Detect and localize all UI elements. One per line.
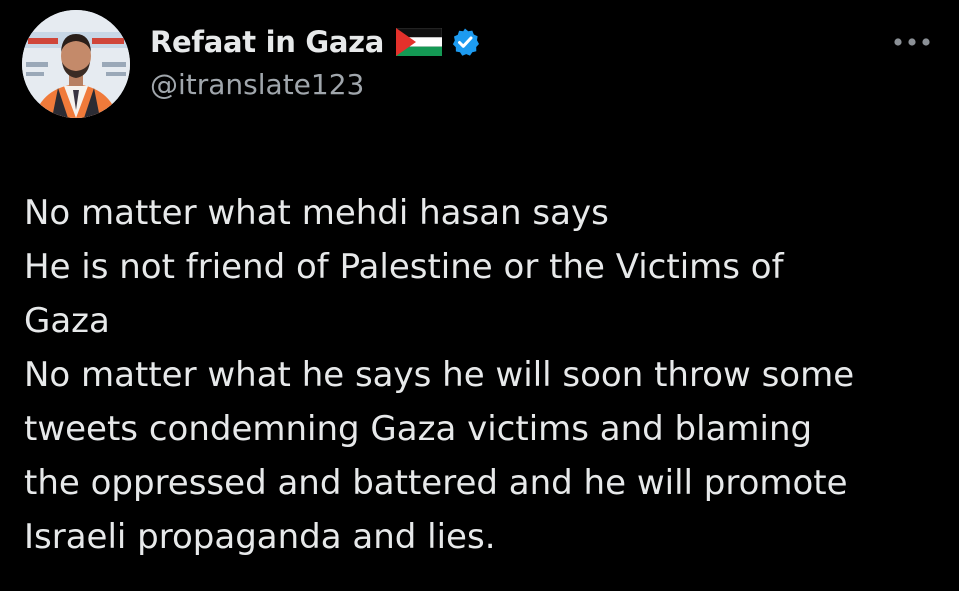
tweet-text: No matter what mehdi hasan says He is no… — [24, 186, 934, 564]
tweet-card: Refaat in Gaza @itranslate123 No matter … — [0, 0, 959, 591]
avatar-photo — [22, 10, 130, 118]
more-options-icon[interactable] — [890, 34, 934, 48]
tweet-text-line: He is not friend of Palestine or the Vic… — [24, 247, 784, 287]
display-name[interactable]: Refaat in Gaza — [150, 25, 384, 59]
tweet-text-line: Israeli propaganda and lies. — [24, 517, 496, 557]
user-handle[interactable]: @itranslate123 — [150, 68, 480, 101]
avatar[interactable] — [22, 10, 130, 118]
tweet-text-line: No matter what mehdi hasan says — [24, 193, 609, 233]
tweet-text-line: Gaza — [24, 301, 110, 341]
tweet-text-line: No matter what he says he will soon thro… — [24, 355, 855, 395]
verified-badge-icon — [450, 27, 480, 57]
tweet-text-line: the oppressed and battered and he will p… — [24, 463, 848, 503]
tweet-header: Refaat in Gaza @itranslate123 — [150, 22, 480, 101]
name-row: Refaat in Gaza — [150, 22, 480, 62]
palestine-flag-icon — [395, 27, 443, 56]
tweet-text-line: tweets condemning Gaza victims and blami… — [24, 409, 813, 449]
